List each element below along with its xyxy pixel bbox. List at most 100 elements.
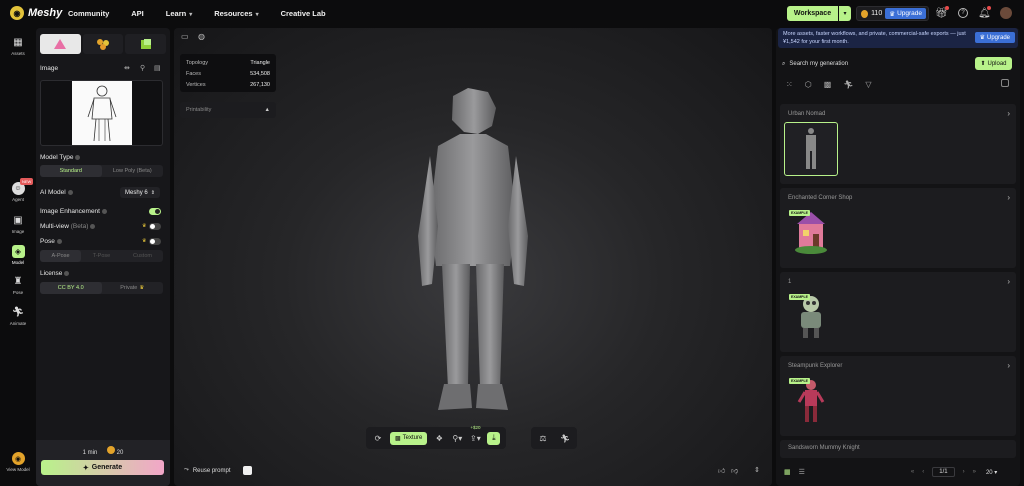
asset-group[interactable]: 1 › EXAMPLE (780, 272, 1016, 352)
info-icon[interactable] (67, 189, 73, 195)
rail-model[interactable]: ◈ Model (0, 245, 36, 265)
texture-icon[interactable]: ▩ (824, 80, 832, 89)
grid-view-icon[interactable]: ▦ (784, 468, 791, 476)
asset-group[interactable]: Urban Nomad › (780, 104, 1016, 184)
rail-image[interactable]: ▣ Image (0, 214, 36, 234)
last-page-icon[interactable]: » (973, 469, 976, 475)
3d-model-character (418, 88, 528, 410)
asset-thumbnail[interactable]: EXAMPLE (784, 374, 838, 428)
thumbs-down-icon[interactable]: 👎︎ (731, 466, 738, 475)
page-size-select[interactable]: 20 ▾ (986, 469, 997, 476)
globe-icon[interactable]: ◍ (198, 32, 205, 41)
first-page-icon[interactable]: « (911, 469, 914, 475)
pose-toggle[interactable] (149, 238, 161, 245)
pose-custom[interactable]: Custom (122, 250, 163, 262)
chevron-right-icon[interactable]: › (1007, 109, 1010, 118)
pose-icon: ♜ (13, 276, 23, 287)
filter-icon[interactable]: ▽ (865, 80, 871, 89)
prev-page-icon[interactable]: ‹ (922, 469, 924, 475)
license-private[interactable]: Private ♛ (102, 282, 164, 294)
reuse-prompt[interactable]: ⤳ Reuse prompt (184, 466, 252, 475)
list-view-icon[interactable]: ☰ (799, 468, 805, 476)
rail-assets[interactable]: ▦ Assets (0, 36, 36, 56)
nav-resources[interactable]: Resources ▾ (214, 9, 258, 18)
tab-multi-image[interactable] (82, 34, 124, 54)
generate-button[interactable]: ✦ Generate (41, 460, 164, 475)
upload-button[interactable]: ⬆ Upload (975, 57, 1012, 70)
tab-single-image[interactable] (40, 34, 81, 54)
crown-icon: ♛ (139, 285, 145, 291)
grid-dots-icon[interactable]: ⁙ (786, 80, 793, 89)
asset-group[interactable]: Steampunk Explorer › EXAMPLE (780, 356, 1016, 436)
info-icon[interactable] (90, 223, 96, 229)
refresh-icon[interactable]: ⟳ (372, 432, 384, 444)
nav-learn[interactable]: Learn ▾ (166, 9, 192, 18)
asset-group[interactable]: Sandsworn Mummy Knight (780, 440, 1016, 458)
info-icon[interactable] (101, 208, 107, 214)
run-icon[interactable]: 🏃︎ (843, 80, 853, 89)
search-input[interactable]: Search my generation (789, 61, 848, 67)
printability-row[interactable]: Printability ▲ (180, 102, 276, 118)
pose-t-pose[interactable]: T-Pose (81, 250, 122, 262)
asset-group[interactable]: Enchanted Corner Shop › EXAMPLE (780, 188, 1016, 268)
download-button[interactable]: ⤓ (487, 431, 501, 445)
asset-thumbnail[interactable]: EXAMPLE (784, 290, 838, 344)
gallery-icon[interactable]: ▤ (154, 64, 161, 72)
pin-icon[interactable]: ⚲ (140, 64, 145, 72)
texture-button[interactable]: ▩ Texture (390, 431, 428, 445)
view-model-icon: ◉ (11, 452, 25, 465)
flip-icon[interactable]: ⇹ (124, 64, 130, 72)
model-viewport[interactable]: ▭ ◍ Topology Triangle Faces 534,508 Vertic… (174, 28, 772, 486)
rail-view-model[interactable]: ◉ View Model (0, 452, 36, 472)
explorer-thumb (797, 380, 825, 422)
cube-outline-icon[interactable]: ⬡ (805, 80, 812, 89)
remesh-icon[interactable]: ❖ (433, 432, 445, 444)
upgrade-button[interactable]: ♛ Upgrade (885, 8, 926, 19)
compare-icon[interactable]: ⚖ (537, 432, 549, 444)
chevron-right-icon[interactable]: › (1007, 361, 1010, 370)
monitor-icon[interactable]: ▭ (181, 32, 189, 41)
collapse-icon[interactable] (1001, 79, 1009, 87)
search-bar[interactable]: ⌕ Search my generation (782, 58, 940, 70)
license-cc-by[interactable]: CC BY 4.0 (40, 282, 102, 294)
thumbs-up-icon[interactable]: 👍︎ (718, 466, 725, 475)
avatar[interactable] (1000, 7, 1012, 19)
asset-thumbnail[interactable] (784, 122, 838, 176)
chevron-right-icon[interactable]: › (1007, 193, 1010, 202)
license-label: License (40, 270, 70, 277)
image-dropzone[interactable] (40, 80, 163, 146)
promo-upgrade-button[interactable]: ♛ Upgrade (974, 32, 1015, 43)
expand-icon[interactable]: ⇕ (754, 466, 760, 474)
tab-batch[interactable] (125, 34, 167, 54)
model-type-standard[interactable]: Standard (40, 165, 102, 177)
workspace-dropdown[interactable]: ▾ (839, 6, 851, 21)
ai-model-select[interactable]: Meshy 6 ⇕ (120, 187, 160, 198)
rail-agent[interactable]: ☺ NEW Agent (0, 178, 36, 202)
multiview-toggle[interactable] (149, 223, 161, 230)
info-icon[interactable] (56, 238, 62, 244)
pose-a-pose[interactable]: A-Pose (40, 250, 81, 262)
workspace-button[interactable]: Workspace (787, 6, 838, 21)
nav-community[interactable]: Community (68, 9, 109, 18)
nav-creative-lab[interactable]: Creative Lab (281, 9, 326, 18)
rail-animate[interactable]: 🏃︎ Animate (0, 306, 36, 326)
chevron-down-icon: ▾ (843, 11, 847, 17)
credits-widget[interactable]: 110 ♛ Upgrade (856, 6, 929, 21)
info-icon[interactable] (64, 270, 70, 276)
help-icon[interactable]: ? (958, 8, 968, 18)
nav-api[interactable]: API (131, 9, 144, 18)
search-icon: ⌕ (782, 60, 786, 67)
chevron-right-icon[interactable]: › (1007, 277, 1010, 286)
page-indicator[interactable]: 1/1 (932, 467, 955, 477)
rail-pose[interactable]: ♜ Pose (0, 275, 36, 295)
asset-thumbnail[interactable]: EXAMPLE (784, 206, 838, 260)
image-enhancement-toggle[interactable] (149, 208, 161, 215)
next-page-icon[interactable]: › (963, 469, 965, 475)
gift-icon[interactable]: 🎁︎ (935, 8, 948, 19)
run-icon[interactable]: 🏃︎ (559, 432, 571, 444)
brand-logo[interactable]: ◉ Meshy (10, 6, 62, 20)
info-icon[interactable] (75, 154, 81, 160)
magic-wand-icon[interactable]: ⚲▾ (451, 432, 463, 444)
rig-icon[interactable]: ⇪▾ +$20 (469, 425, 481, 444)
model-type-low-poly[interactable]: Low Poly (Beta) (102, 165, 164, 177)
